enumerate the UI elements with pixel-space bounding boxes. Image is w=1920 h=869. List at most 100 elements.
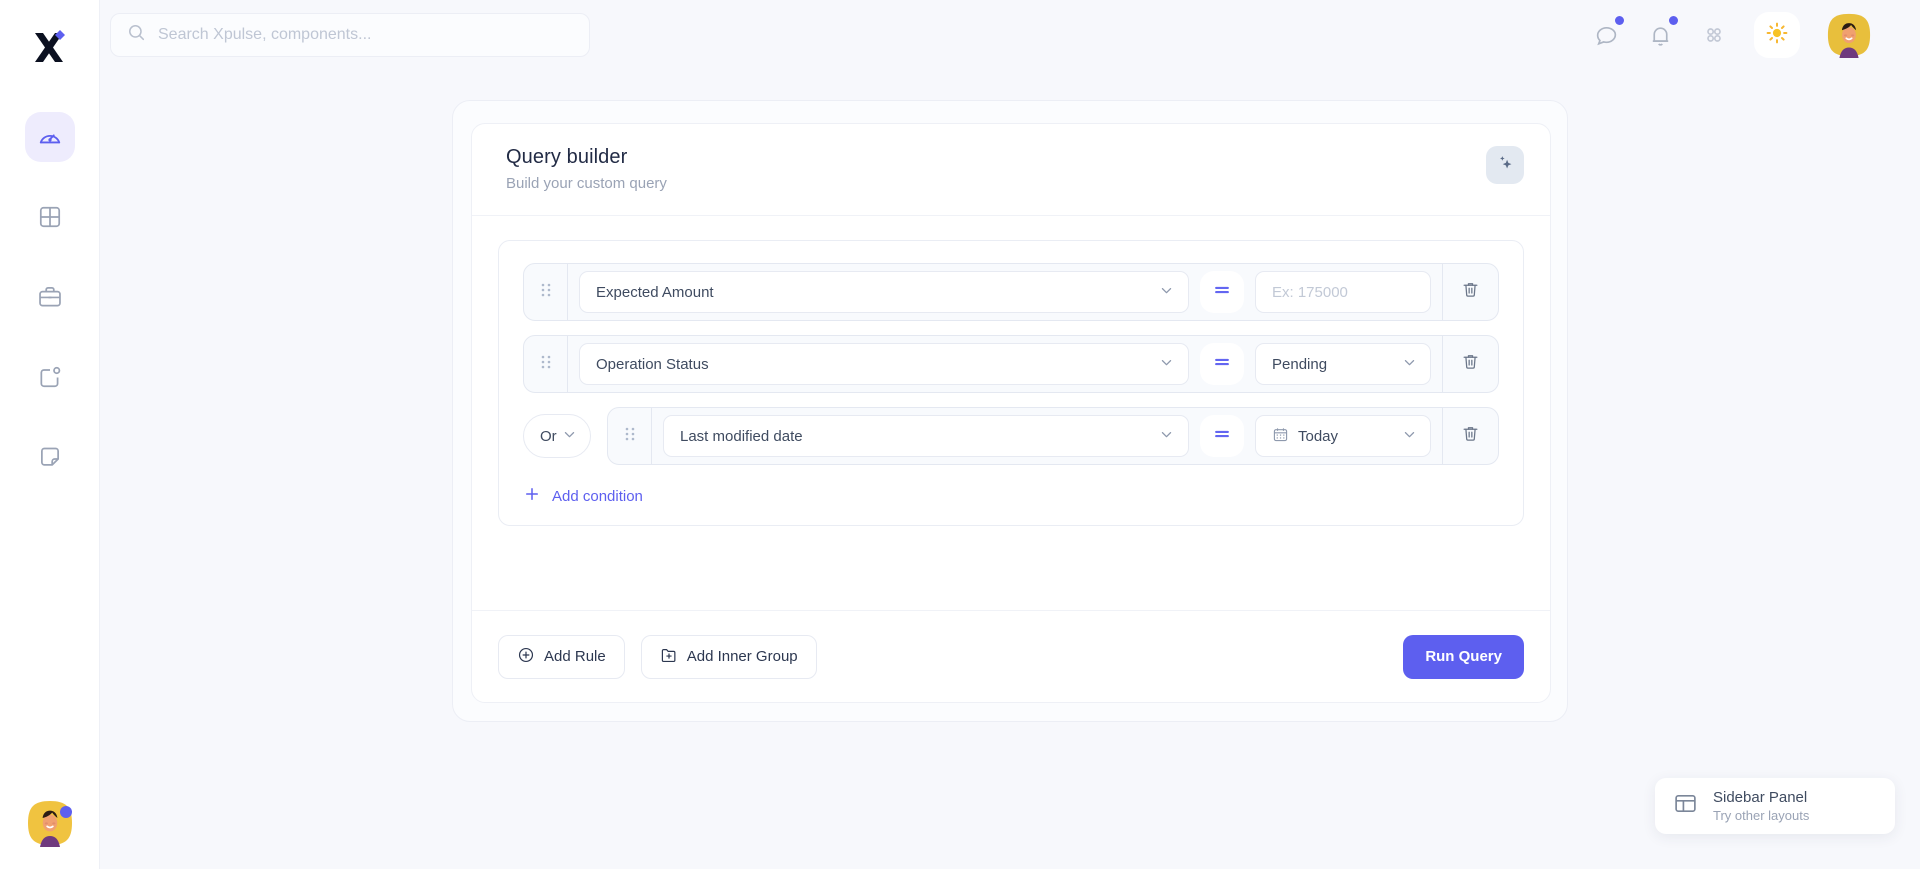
add-condition-label: Add condition xyxy=(552,488,643,505)
sparkle-icon xyxy=(1496,153,1515,177)
rule-group: Expected Amount xyxy=(498,240,1524,526)
equals-icon xyxy=(1212,352,1232,377)
toast-text-block: Sidebar Panel Try other layouts xyxy=(1713,789,1809,823)
delete-condition-button[interactable] xyxy=(1442,264,1498,320)
bell-badge xyxy=(1669,16,1678,25)
field-select[interactable]: Operation Status xyxy=(579,343,1189,385)
plus-icon xyxy=(523,485,541,507)
sidebar-item-briefcase[interactable] xyxy=(25,272,75,322)
sidebar-avatar[interactable] xyxy=(26,799,74,847)
date-select-value: Today xyxy=(1298,428,1393,445)
drag-dots-icon xyxy=(540,353,552,376)
condition-row: Operation Status P xyxy=(523,335,1499,393)
query-builder-card: Query builder Build your custom query xyxy=(471,123,1551,703)
toast-subtitle: Try other layouts xyxy=(1713,808,1809,823)
layout-panel-icon xyxy=(1673,791,1698,821)
calendar-icon xyxy=(1272,426,1289,447)
query-builder-footer: Add Rule Add Inner Group Run Query xyxy=(472,610,1550,702)
chat-badge xyxy=(1615,16,1624,25)
topbar-actions xyxy=(1592,0,1872,70)
trash-icon xyxy=(1461,352,1480,376)
trash-icon xyxy=(1461,424,1480,448)
rule-shell: Last modified date xyxy=(607,407,1499,465)
sidebar-nav xyxy=(0,112,99,482)
sidebar-item-notes[interactable] xyxy=(25,432,75,482)
chevron-down-icon xyxy=(1402,427,1417,446)
apps-grid-icon[interactable] xyxy=(1700,21,1728,49)
drag-dots-icon xyxy=(540,281,552,304)
footer-left-actions: Add Rule Add Inner Group xyxy=(498,635,817,679)
equals-icon xyxy=(1212,424,1232,449)
sidebar-item-notification[interactable] xyxy=(25,352,75,402)
query-builder-outer-card: Query builder Build your custom query xyxy=(452,100,1568,722)
value-input-wrapper[interactable] xyxy=(1255,271,1431,313)
condition-row: Or xyxy=(523,407,1499,465)
add-rule-label: Add Rule xyxy=(544,648,606,665)
rule-inner: Expected Amount xyxy=(568,264,1442,320)
search-box[interactable] xyxy=(110,13,590,57)
query-builder-header: Query builder Build your custom query xyxy=(472,124,1550,216)
bell-icon[interactable] xyxy=(1646,21,1674,49)
delete-condition-button[interactable] xyxy=(1442,336,1498,392)
field-select-value: Operation Status xyxy=(596,356,709,373)
rule-shell: Operation Status P xyxy=(523,335,1499,393)
rule-inner: Operation Status P xyxy=(568,336,1442,392)
field-select[interactable]: Last modified date xyxy=(663,415,1189,457)
conjunction-select[interactable]: Or xyxy=(523,414,591,458)
drag-handle[interactable] xyxy=(524,264,568,320)
folder-plus-icon xyxy=(660,646,678,668)
drag-dots-icon xyxy=(624,425,636,448)
operator-button[interactable] xyxy=(1200,415,1244,457)
equals-icon xyxy=(1212,280,1232,305)
chevron-down-icon xyxy=(1159,355,1174,374)
chevron-down-icon xyxy=(1402,355,1417,374)
add-condition-button[interactable]: Add condition xyxy=(523,485,643,507)
search-input[interactable] xyxy=(158,14,573,56)
value-select-value: Pending xyxy=(1272,356,1393,373)
chevron-down-icon xyxy=(1159,283,1174,302)
toast-title: Sidebar Panel xyxy=(1713,789,1809,806)
page-title: Query builder xyxy=(506,146,667,169)
plus-circle-icon xyxy=(517,646,535,668)
operator-button[interactable] xyxy=(1200,343,1244,385)
date-select[interactable]: Today xyxy=(1255,415,1431,457)
add-inner-group-button[interactable]: Add Inner Group xyxy=(641,635,817,679)
field-select[interactable]: Expected Amount xyxy=(579,271,1189,313)
chat-icon[interactable] xyxy=(1592,21,1620,49)
search-icon xyxy=(127,23,146,47)
square-dot-icon xyxy=(37,364,63,390)
grid-icon xyxy=(37,204,63,230)
app-logo[interactable] xyxy=(27,14,73,76)
sticky-note-icon xyxy=(37,444,63,470)
query-builder-title-block: Query builder Build your custom query xyxy=(506,146,667,192)
query-builder-body: Expected Amount xyxy=(472,216,1550,590)
add-rule-button[interactable]: Add Rule xyxy=(498,635,625,679)
sun-icon xyxy=(1765,21,1789,50)
drag-handle[interactable] xyxy=(608,408,652,464)
field-select-value: Last modified date xyxy=(680,428,803,445)
add-inner-group-label: Add Inner Group xyxy=(687,648,798,665)
ai-assist-button[interactable] xyxy=(1486,146,1524,184)
sidebar-item-grid[interactable] xyxy=(25,192,75,242)
theme-toggle-button[interactable] xyxy=(1754,12,1800,58)
run-query-button[interactable]: Run Query xyxy=(1403,635,1524,679)
sidebar xyxy=(0,0,100,869)
chevron-down-icon xyxy=(562,427,577,446)
page-subtitle: Build your custom query xyxy=(506,175,667,192)
rule-shell: Expected Amount xyxy=(523,263,1499,321)
chevron-down-icon xyxy=(1159,427,1174,446)
topbar-avatar[interactable] xyxy=(1826,12,1872,58)
field-select-value: Expected Amount xyxy=(596,284,714,301)
sidebar-panel-toast[interactable]: Sidebar Panel Try other layouts xyxy=(1655,778,1895,834)
briefcase-icon xyxy=(37,284,63,310)
drag-handle[interactable] xyxy=(524,336,568,392)
value-input[interactable] xyxy=(1272,272,1417,312)
gauge-icon xyxy=(37,124,63,150)
sidebar-item-dashboard[interactable] xyxy=(25,112,75,162)
delete-condition-button[interactable] xyxy=(1442,408,1498,464)
trash-icon xyxy=(1461,280,1480,304)
rule-inner: Last modified date xyxy=(652,408,1442,464)
value-select[interactable]: Pending xyxy=(1255,343,1431,385)
operator-button[interactable] xyxy=(1200,271,1244,313)
conjunction-value: Or xyxy=(540,428,557,445)
